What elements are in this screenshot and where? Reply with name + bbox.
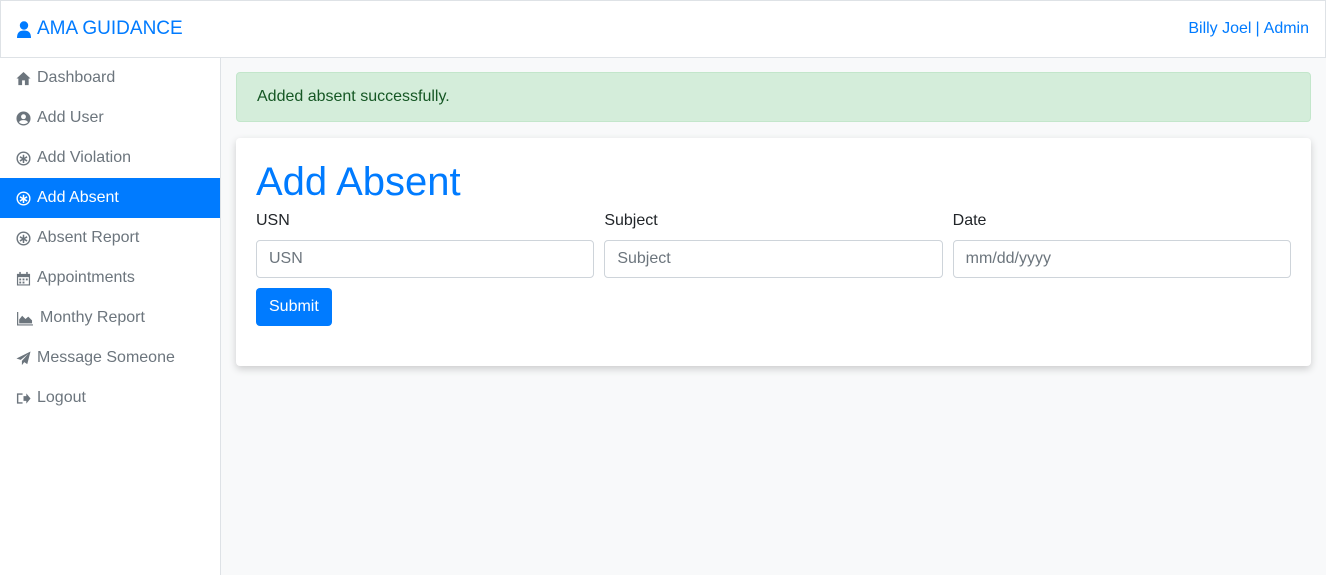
sidebar-item-label: Appointments	[37, 269, 135, 286]
usn-group: USN	[256, 212, 595, 278]
subject-input[interactable]	[604, 240, 943, 278]
user-name-link[interactable]: Billy Joel	[1188, 20, 1251, 38]
sidebar-item-add-violation[interactable]: Add Violation	[0, 138, 220, 178]
user-separator: |	[1255, 20, 1260, 37]
admin-link[interactable]: Admin	[1264, 20, 1309, 38]
asterisk-circle-icon	[16, 230, 31, 246]
brand-title: AMA GUIDANCE	[37, 18, 183, 39]
sidebar-item-label: Monthy Report	[40, 309, 145, 326]
main-content: Added absent successfully. Add Absent US…	[236, 72, 1311, 366]
date-input[interactable]	[952, 240, 1291, 278]
sidebar-item-monthly-report[interactable]: Monthy Report	[0, 298, 220, 338]
sidebar-item-logout[interactable]: Logout	[0, 378, 220, 418]
usn-label: USN	[256, 212, 290, 229]
user-icon	[17, 20, 31, 38]
asterisk-circle-icon	[16, 150, 31, 166]
sidebar-item-label: Message Someone	[37, 349, 175, 366]
sidebar-item-label: Add Absent	[37, 189, 119, 206]
form-row: USN Subject Date	[256, 212, 1291, 278]
sign-out-icon	[16, 392, 31, 404]
user-circle-icon	[16, 110, 31, 126]
submit-button[interactable]: Submit	[256, 288, 332, 326]
sidebar-item-message-someone[interactable]: Message Someone	[0, 338, 220, 378]
success-alert: Added absent successfully.	[236, 72, 1311, 122]
sidebar-item-label: Absent Report	[37, 229, 140, 246]
subject-label: Subject	[604, 212, 658, 229]
area-chart-icon	[17, 311, 33, 326]
usn-input[interactable]	[256, 240, 595, 278]
add-absent-card: Add Absent USN Subject Date Submit	[236, 138, 1311, 366]
sidebar-item-absent-report[interactable]: Absent Report	[0, 218, 220, 258]
sidebar-item-add-user[interactable]: Add User	[0, 98, 220, 138]
subject-group: Subject	[604, 212, 943, 278]
sidebar: Dashboard Add User Add Violation Add Abs…	[0, 58, 221, 575]
sidebar-item-dashboard[interactable]: Dashboard	[0, 58, 220, 98]
sidebar-item-add-absent[interactable]: Add Absent	[0, 178, 220, 218]
calendar-icon	[16, 271, 31, 286]
user-menu: Billy Joel | Admin	[1188, 20, 1309, 38]
date-label: Date	[952, 212, 987, 229]
paper-plane-icon	[16, 350, 31, 365]
brand-link[interactable]: AMA GUIDANCE	[17, 18, 183, 40]
sidebar-item-label: Logout	[37, 389, 86, 406]
sidebar-item-label: Dashboard	[37, 69, 116, 86]
page-title: Add Absent	[256, 160, 461, 204]
sidebar-item-label: Add Violation	[37, 149, 131, 166]
sidebar-item-appointments[interactable]: Appointments	[0, 258, 220, 298]
top-navbar: AMA GUIDANCE Billy Joel | Admin	[0, 0, 1326, 58]
asterisk-circle-icon	[16, 190, 31, 206]
home-icon	[16, 71, 31, 85]
sidebar-item-label: Add User	[37, 109, 104, 126]
alert-message: Added absent successfully.	[257, 88, 450, 105]
date-group: Date	[952, 212, 1291, 278]
